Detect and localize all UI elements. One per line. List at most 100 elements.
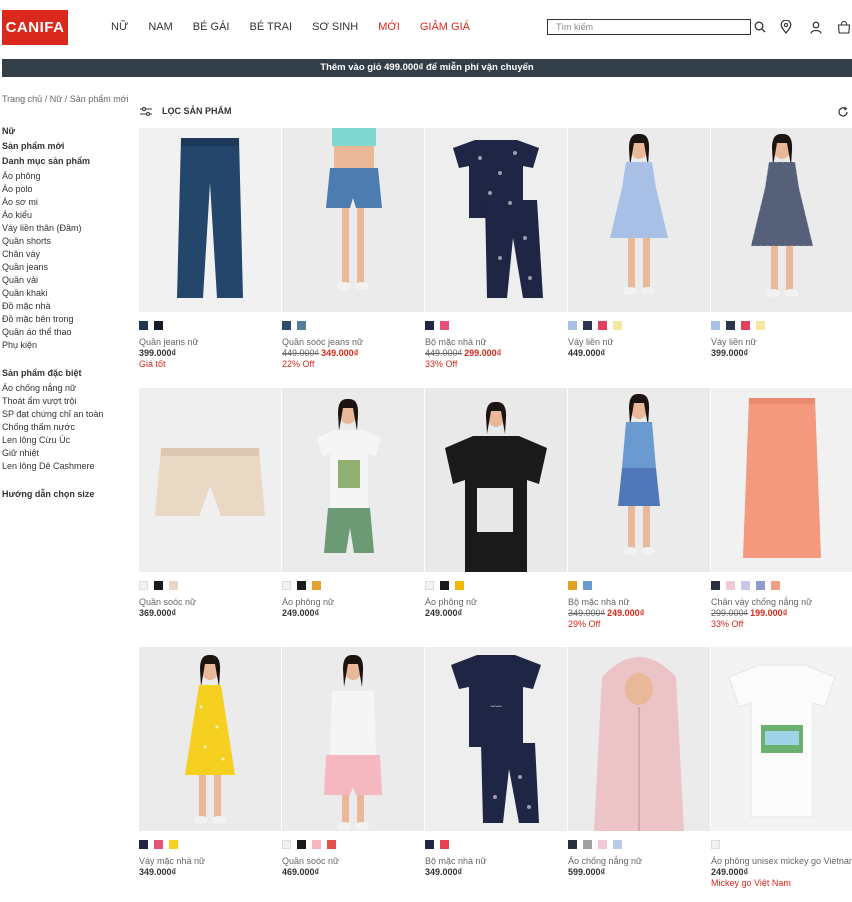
sidebar-special-item[interactable]: Áo chống nắng nữ [2, 382, 103, 395]
product-image[interactable] [568, 647, 710, 831]
color-swatch[interactable] [741, 321, 750, 330]
color-swatch[interactable] [139, 581, 148, 590]
product-name[interactable]: Áo chống nắng nữ [568, 856, 642, 866]
product-name[interactable]: Chân váy chống nắng nữ [711, 597, 812, 607]
color-swatch[interactable] [297, 321, 306, 330]
sidebar-category-item[interactable]: Áo kiểu [2, 209, 103, 222]
product-name[interactable]: Áo phông unisex mickey go Vietnam [711, 856, 852, 866]
product-name[interactable]: Áo phông nữ [282, 597, 334, 607]
color-swatch[interactable] [583, 840, 592, 849]
sidebar-category-item[interactable]: Chân váy [2, 248, 103, 261]
product-image[interactable] [282, 128, 424, 312]
product-card[interactable]: ~~~ Bộ mặc nhà nữ 349.000₫ [425, 647, 567, 897]
product-image[interactable] [425, 128, 567, 312]
product-name[interactable]: Váy liền nữ [568, 337, 614, 347]
sidebar-category-item[interactable]: Quần shorts [2, 235, 103, 248]
nav-item[interactable]: NAM [148, 21, 172, 33]
sidebar-category-item[interactable]: Đồ mặc bên trong [2, 313, 103, 326]
sidebar-special-item[interactable]: Len lông Cừu Úc [2, 434, 103, 447]
color-swatch[interactable] [154, 321, 163, 330]
account-icon[interactable] [808, 19, 824, 35]
product-image[interactable] [282, 647, 424, 831]
product-image[interactable] [139, 128, 281, 312]
product-name[interactable]: Bộ mặc nhà nữ [568, 597, 630, 607]
product-card[interactable]: Bộ mặc nhà nữ 449.000₫ 299.000₫ 33% Off [425, 128, 567, 378]
color-swatch[interactable] [297, 581, 306, 590]
breadcrumb[interactable]: Trang chủ / Nữ / Sản phẩm mới [2, 94, 129, 104]
sidebar-special-item[interactable]: Len lông Dê Cashmere [2, 460, 103, 473]
sidebar-category-item[interactable]: Đồ mặc nhà [2, 300, 103, 313]
sidebar-category-item[interactable]: Quần áo thể thao [2, 326, 103, 339]
color-swatch[interactable] [169, 581, 178, 590]
color-swatch[interactable] [613, 321, 622, 330]
color-swatch[interactable] [169, 840, 178, 849]
sidebar-category-item[interactable]: Quần khaki [2, 287, 103, 300]
color-swatch[interactable] [440, 840, 449, 849]
color-swatch[interactable] [312, 840, 321, 849]
sidebar-category-item[interactable]: Quần jeans [2, 261, 103, 274]
product-card[interactable]: Chân váy chống nắng nữ 299.000₫ 199.000₫ 33… [711, 388, 852, 638]
search-input[interactable]: Tìm kiếm [547, 19, 751, 35]
product-card[interactable]: Quần jeans nữ 399.000₫ Giá tốt [139, 128, 281, 378]
store-location-icon[interactable] [778, 19, 794, 35]
product-name[interactable]: Quần soóc nữ [282, 856, 339, 866]
canifa-logo[interactable]: CANIFA [2, 10, 68, 45]
size-guide-link[interactable]: Hướng dẫn chọn size [2, 488, 103, 501]
product-image[interactable] [568, 388, 710, 572]
color-swatch[interactable] [756, 321, 765, 330]
sidebar-title[interactable]: Nữ [2, 125, 103, 138]
nav-item[interactable]: BÉ GÁI [193, 21, 230, 33]
product-card[interactable]: Bộ mặc nhà nữ 349.000₫ 249.000₫ 29% Off [568, 388, 710, 638]
product-image[interactable] [711, 128, 852, 312]
product-card[interactable]: Quần soóc nữ 369.000₫ [139, 388, 281, 638]
color-swatch[interactable] [613, 840, 622, 849]
sidebar-special-item[interactable]: SP đạt chứng chỉ an toàn [2, 408, 103, 421]
nav-item[interactable]: BÉ TRAI [249, 21, 292, 33]
product-card[interactable]: Áo phông nữ 249.000₫ [425, 388, 567, 638]
product-image[interactable] [711, 647, 852, 831]
color-swatch[interactable] [440, 581, 449, 590]
product-image[interactable] [568, 128, 710, 312]
color-swatch[interactable] [598, 840, 607, 849]
color-swatch[interactable] [726, 581, 735, 590]
product-name[interactable]: Bộ mặc nhà nữ [425, 856, 487, 866]
sidebar-category-item[interactable]: Áo sơ mi [2, 196, 103, 209]
sidebar-item-new[interactable]: Sản phẩm mới [2, 140, 103, 153]
color-swatch[interactable] [154, 581, 163, 590]
sidebar-category-item[interactable]: Áo polo [2, 183, 103, 196]
color-swatch[interactable] [583, 321, 592, 330]
color-swatch[interactable] [440, 321, 449, 330]
product-image[interactable] [711, 388, 852, 572]
sidebar-category-item[interactable]: Váy liền thân (Đầm) [2, 222, 103, 235]
filter-button[interactable]: LỌC SẢN PHẨM [140, 106, 232, 116]
color-swatch[interactable] [312, 581, 321, 590]
refresh-icon[interactable] [837, 105, 849, 123]
product-image[interactable]: ~~~ [425, 647, 567, 831]
color-swatch[interactable] [282, 321, 291, 330]
nav-item[interactable]: SƠ SINH [312, 21, 358, 33]
product-card[interactable]: Áo phông nữ 249.000₫ [282, 388, 424, 638]
color-swatch[interactable] [455, 581, 464, 590]
product-card[interactable]: Váy liền nữ 399.000₫ [711, 128, 852, 378]
product-name[interactable]: Bộ mặc nhà nữ [425, 337, 487, 347]
product-card[interactable]: Quần soóc jeans nữ 449.000₫ 349.000₫ 22% Of… [282, 128, 424, 378]
color-swatch[interactable] [425, 840, 434, 849]
color-swatch[interactable] [711, 321, 720, 330]
product-card[interactable]: Váy liền nữ 449.000₫ [568, 128, 710, 378]
sidebar-categories-title[interactable]: Danh mục sản phẩm [2, 155, 103, 168]
color-swatch[interactable] [711, 581, 720, 590]
search-icon[interactable] [752, 19, 768, 35]
product-card[interactable]: Áo phông unisex mickey go Vietnam 249.000… [711, 647, 852, 897]
sidebar-special-title[interactable]: Sản phẩm đặc biệt [2, 367, 103, 380]
nav-item[interactable]: NỮ [111, 21, 128, 33]
color-swatch[interactable] [568, 321, 577, 330]
color-swatch[interactable] [282, 840, 291, 849]
color-swatch[interactable] [327, 840, 336, 849]
color-swatch[interactable] [297, 840, 306, 849]
nav-item[interactable]: MỚI [378, 21, 400, 33]
cart-icon[interactable] [836, 19, 852, 35]
color-swatch[interactable] [139, 840, 148, 849]
product-name[interactable]: Váy liền nữ [711, 337, 757, 347]
product-image[interactable] [282, 388, 424, 572]
color-swatch[interactable] [726, 321, 735, 330]
